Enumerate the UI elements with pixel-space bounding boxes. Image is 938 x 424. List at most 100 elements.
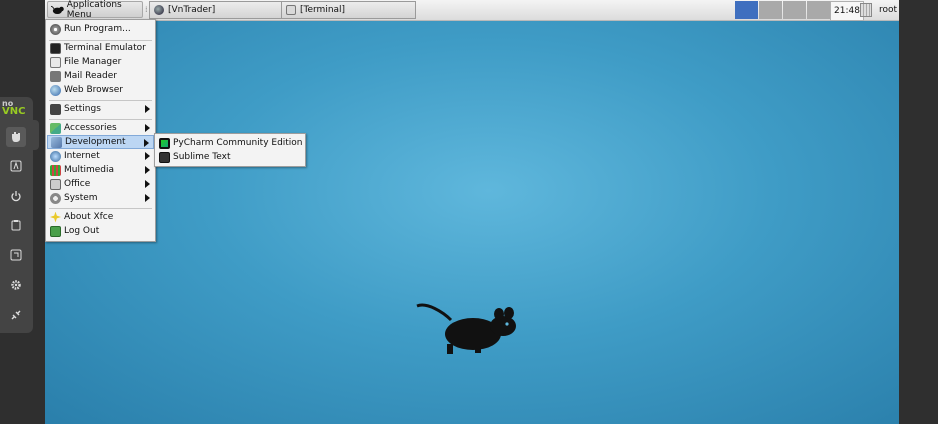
submenu-arrow-icon: [145, 194, 150, 202]
keyboard-icon: [10, 160, 22, 172]
submenu-arrow-icon: [145, 166, 150, 174]
multimedia-icon: [50, 164, 61, 176]
mail-icon: [50, 70, 61, 82]
desktop[interactable]: [45, 0, 899, 424]
menu-item-label: File Manager: [64, 57, 122, 67]
drag-button[interactable]: [6, 127, 26, 147]
taskbar-item-terminal[interactable]: [Terminal]: [281, 1, 416, 19]
applications-menu-label: Applications Menu: [66, 0, 122, 20]
menu-item-terminal-emulator[interactable]: Terminal Emulator: [47, 41, 154, 55]
panel-separator: ⁞: [145, 5, 148, 14]
menu-item-internet[interactable]: Internet: [47, 149, 154, 163]
about-icon: [50, 211, 61, 223]
settings-icon: [50, 103, 61, 115]
fullscreen-icon: [10, 249, 22, 261]
menu-item-label: Internet: [64, 151, 100, 161]
vnc-control-bar-handle[interactable]: [33, 120, 39, 150]
task-label: [VnTrader]: [168, 5, 216, 15]
menu-item-sublime-text[interactable]: Sublime Text: [156, 150, 304, 164]
submenu-arrow-icon: [145, 152, 150, 160]
menu-item-file-manager[interactable]: File Manager: [47, 55, 154, 69]
taskbar-item-vntrader[interactable]: [VnTrader]: [149, 1, 282, 19]
menu-item-development[interactable]: Development: [47, 135, 154, 149]
menu-item-pycharm[interactable]: PyCharm Community Edition: [156, 136, 304, 150]
workspace-switcher: [735, 1, 830, 19]
menu-item-mail-reader[interactable]: Mail Reader: [47, 69, 154, 83]
menu-item-label: Log Out: [64, 226, 100, 236]
terminal-icon: [286, 5, 296, 15]
xfce-logo-icon: [51, 5, 64, 15]
top-panel: Applications Menu ⁞ [VnTrader] [Terminal…: [45, 0, 899, 21]
file-manager-icon: [50, 56, 61, 68]
settings-button[interactable]: [6, 275, 26, 295]
accessories-icon: [50, 122, 61, 134]
menu-item-office[interactable]: Office: [47, 177, 154, 191]
menu-item-label: Settings: [64, 104, 101, 114]
novnc-logo: no VNC: [2, 100, 30, 118]
workspace-4[interactable]: [807, 1, 830, 19]
menu-item-accessories[interactable]: Accessories: [47, 121, 154, 135]
xfce-mouse-logo: [416, 303, 516, 354]
novnc-logo-bottom: VNC: [2, 106, 26, 117]
menu-item-run-program[interactable]: Run Program...: [47, 22, 154, 36]
clipboard-button[interactable]: [6, 215, 26, 235]
user-name[interactable]: root: [879, 0, 897, 20]
vnc-control-bar: no VNC: [0, 97, 33, 333]
power-icon: [11, 191, 21, 202]
right-border: [899, 0, 938, 424]
settings-icon: [11, 280, 21, 290]
menu-item-settings[interactable]: Settings: [47, 102, 154, 116]
menu-item-label: Office: [64, 179, 91, 189]
menu-item-label: Mail Reader: [64, 71, 117, 81]
vntrader-icon: [154, 5, 164, 15]
web-browser-icon: [50, 84, 61, 96]
menu-item-web-browser[interactable]: Web Browser: [47, 83, 154, 97]
menu-separator: [49, 208, 152, 209]
menu-separator: [49, 100, 152, 101]
sublime-text-icon: [159, 151, 170, 163]
menu-item-label: Terminal Emulator: [64, 43, 146, 53]
development-submenu: PyCharm Community Edition Sublime Text: [154, 133, 306, 167]
menu-item-label: PyCharm Community Edition: [173, 138, 303, 148]
clock[interactable]: 21:48: [830, 1, 864, 21]
fullscreen-button[interactable]: [6, 245, 26, 265]
applications-menu-button[interactable]: Applications Menu: [47, 0, 143, 20]
logout-icon: [50, 225, 61, 237]
keyboard-button[interactable]: [6, 156, 26, 176]
menu-item-label: About Xfce: [64, 212, 114, 222]
development-icon: [51, 136, 62, 148]
menu-item-label: Sublime Text: [173, 152, 231, 162]
task-label: [Terminal]: [300, 5, 346, 15]
workspace-1[interactable]: [735, 1, 758, 19]
terminal-icon: [50, 42, 61, 54]
menu-item-label: Web Browser: [64, 85, 123, 95]
system-icon: [50, 192, 61, 204]
menu-item-label: Accessories: [64, 123, 117, 133]
clipboard-icon: [11, 220, 21, 231]
submenu-arrow-icon: [145, 105, 150, 113]
menu-separator: [49, 119, 152, 120]
menu-item-label: System: [64, 193, 98, 203]
menu-item-label: Development: [65, 137, 126, 147]
menu-item-log-out[interactable]: Log Out: [47, 224, 154, 238]
power-button[interactable]: [6, 186, 26, 206]
menu-item-multimedia[interactable]: Multimedia: [47, 163, 154, 177]
submenu-arrow-icon: [144, 139, 149, 147]
menu-item-about-xfce[interactable]: About Xfce: [47, 210, 154, 224]
menu-item-label: Multimedia: [64, 165, 115, 175]
disconnect-button[interactable]: [6, 305, 26, 325]
workspace-3[interactable]: [783, 1, 806, 19]
menu-item-label: Run Program...: [64, 24, 131, 34]
office-icon: [50, 178, 61, 190]
drag-icon: [12, 132, 20, 142]
workspace-2[interactable]: [759, 1, 782, 19]
internet-icon: [50, 150, 61, 162]
pycharm-icon: [159, 137, 170, 149]
trash-icon[interactable]: [860, 3, 872, 17]
submenu-arrow-icon: [145, 124, 150, 132]
applications-menu: Run Program... Terminal Emulator File Ma…: [45, 19, 156, 242]
run-icon: [50, 23, 61, 35]
submenu-arrow-icon: [145, 180, 150, 188]
disconnect-icon: [11, 310, 21, 320]
menu-item-system[interactable]: System: [47, 191, 154, 205]
